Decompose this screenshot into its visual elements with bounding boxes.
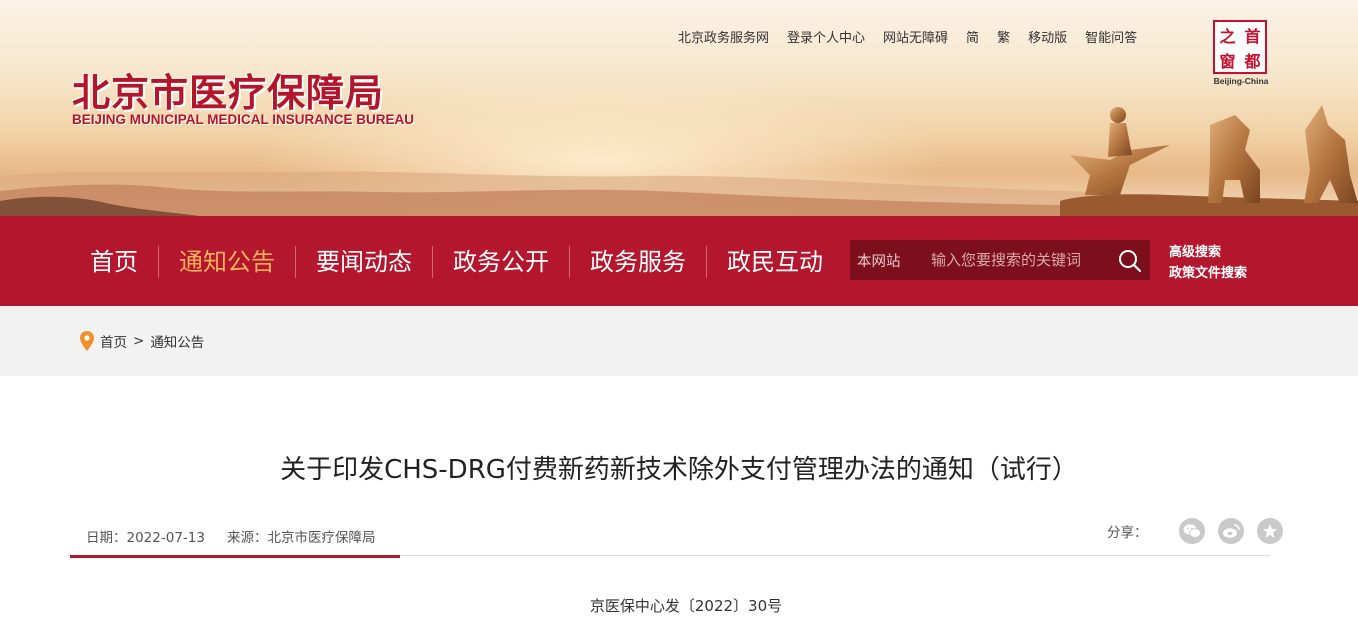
wechat-icon[interactable] (1178, 518, 1205, 544)
article-source: 来源：北京市医疗保障局 (226, 530, 376, 546)
breadcrumb-notices[interactable]: 通知公告 (150, 331, 204, 351)
search-icon[interactable] (1116, 247, 1144, 273)
link-mobile[interactable]: 移动版 (1028, 27, 1067, 46)
bronze-statues-image (1060, 105, 1358, 216)
site-search-box: 本网站 (850, 240, 1150, 280)
share-bar: 分享： (1107, 518, 1283, 544)
breadcrumb: 首页 > 通知公告 (80, 331, 204, 351)
header-banner: 北京市医疗保障局 BEIJING MUNICIPAL MEDICAL INSUR… (0, 0, 1358, 216)
capital-window-seal[interactable]: 之 首 窗 都 Beijing-China (1213, 20, 1269, 88)
share-label: 分享： (1107, 525, 1148, 541)
article-date: 日期：2022-07-13 (86, 530, 205, 546)
main-navigation: 首页 通知公告 要闻动态 政务公开 政务服务 政民互动 本网站 高级搜索 政策文… (0, 216, 1358, 306)
site-logo-title[interactable]: 北京市医疗保障局 (72, 62, 384, 117)
search-scope-select[interactable]: 本网站 (857, 250, 929, 271)
breadcrumb-separator: > (133, 333, 145, 349)
link-traditional[interactable]: 繁 (997, 27, 1010, 46)
advanced-search-link[interactable]: 高级搜索 (1169, 242, 1247, 263)
nav-home[interactable]: 首页 (72, 246, 158, 278)
document-number: 京医保中心发〔2022〕30号 (589, 597, 783, 615)
article-meta: 日期：2022-07-13 来源：北京市医疗保障局 (86, 526, 375, 546)
meta-divider-accent (70, 555, 400, 558)
banner-mountains (0, 171, 1100, 216)
nav-notices[interactable]: 通知公告 (158, 246, 295, 278)
breadcrumb-home[interactable]: 首页 (100, 331, 127, 351)
link-login[interactable]: 登录个人中心 (787, 27, 865, 46)
policy-search-link[interactable]: 政策文件搜索 (1169, 263, 1247, 284)
search-links: 高级搜索 政策文件搜索 (1169, 242, 1247, 284)
site-logo-subtitle: BEIJING MUNICIPAL MEDICAL INSURANCE BURE… (72, 112, 415, 127)
nav-gov-service[interactable]: 政务服务 (569, 246, 706, 278)
breadcrumb-bar: 首页 > 通知公告 (0, 306, 1358, 376)
top-links: 北京政务服务网 登录个人中心 网站无障碍 简 繁 移动版 智能问答 (678, 27, 1137, 46)
weibo-icon[interactable] (1217, 518, 1244, 544)
seal-logo-icon: 之 首 窗 都 (1213, 20, 1267, 74)
favorite-star-icon[interactable] (1256, 518, 1283, 544)
link-accessibility[interactable]: 网站无障碍 (883, 27, 948, 46)
seal-caption: Beijing-China (1213, 76, 1269, 86)
link-gov-service[interactable]: 北京政务服务网 (678, 27, 769, 46)
location-pin-icon (80, 331, 94, 351)
nav-news[interactable]: 要闻动态 (295, 246, 432, 278)
nav-gov-open[interactable]: 政务公开 (432, 246, 569, 278)
link-simplified[interactable]: 简 (966, 27, 979, 46)
nav-interaction[interactable]: 政民互动 (706, 246, 843, 278)
search-input[interactable] (929, 250, 1108, 270)
link-smart-qa[interactable]: 智能问答 (1085, 27, 1137, 46)
article-title: 关于印发CHS-DRG付费新药新技术除外支付管理办法的通知（试行） (280, 455, 1078, 485)
